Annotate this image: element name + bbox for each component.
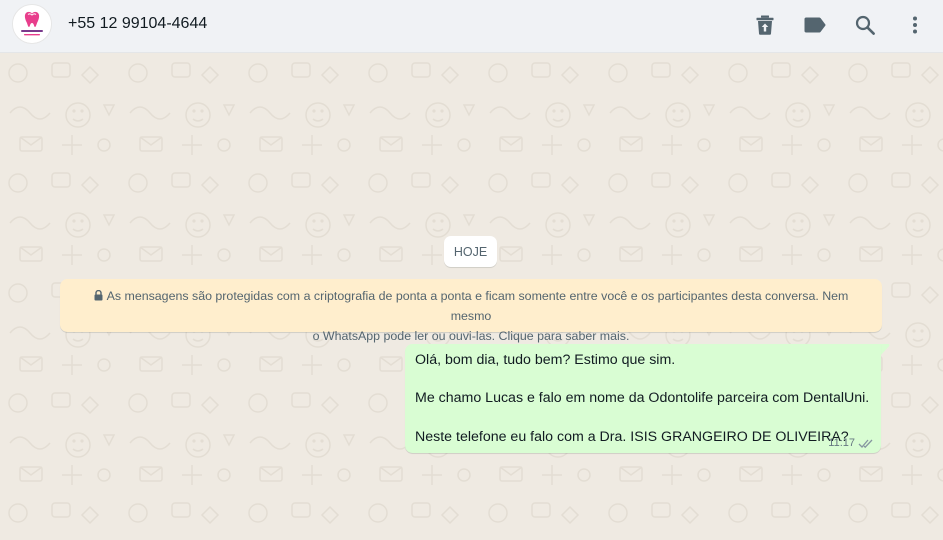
dentaluni-logo bbox=[13, 5, 51, 43]
contact-avatar[interactable] bbox=[12, 4, 52, 44]
chat-header: +55 12 99104-4644 bbox=[0, 0, 943, 53]
message-line: Neste telefone eu falo com a Dra. ISIS G… bbox=[415, 429, 849, 445]
search-icon[interactable] bbox=[850, 10, 880, 40]
message-line: Me chamo Lucas e falo em nome da Odontol… bbox=[415, 390, 870, 406]
encryption-notice-line2: o WhatsApp pode ler ou ouvi-las. Clique … bbox=[312, 329, 630, 343]
message-meta: 11:17 bbox=[828, 437, 874, 449]
encryption-notice-line1: As mensagens são protegidas com a cripto… bbox=[106, 289, 849, 323]
encryption-notice[interactable]: As mensagens são protegidas com a cripto… bbox=[60, 279, 882, 343]
message-line: Olá, bom dia, tudo bem? Estimo que sim. bbox=[415, 352, 676, 368]
outgoing-message[interactable]: Olá, bom dia, tudo bem? Estimo que sim. … bbox=[405, 344, 881, 453]
lock-icon bbox=[94, 290, 103, 301]
label-icon[interactable] bbox=[800, 10, 830, 40]
date-divider: HOJE bbox=[444, 236, 497, 267]
message-time: 11:17 bbox=[828, 437, 855, 449]
more-vertical-icon[interactable] bbox=[900, 10, 930, 40]
bubble-tail bbox=[880, 344, 890, 356]
whatsapp-chat-window: +55 12 99104-4644 HOJE As mensagens são … bbox=[0, 0, 943, 540]
contact-name[interactable]: +55 12 99104-4644 bbox=[68, 15, 207, 33]
archive-icon[interactable] bbox=[750, 10, 780, 40]
double-check-icon bbox=[858, 439, 873, 448]
